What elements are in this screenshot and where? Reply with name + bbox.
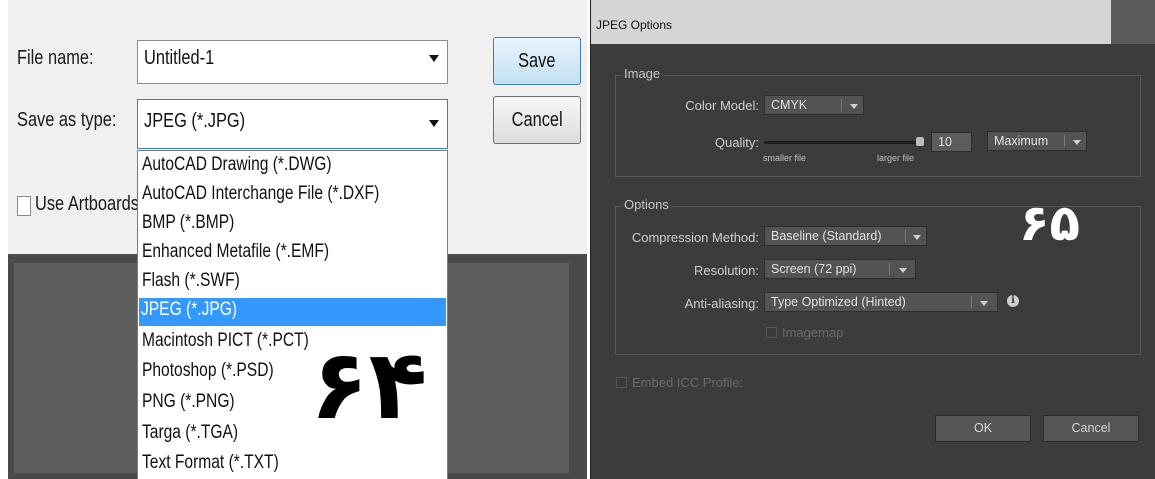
quality-slider[interactable]: [764, 137, 924, 146]
resolution-value: Screen (72 ppi): [771, 262, 857, 276]
color-model-label: Color Model:: [685, 98, 759, 113]
left-margin: [0, 0, 8, 479]
chevron-down-icon[interactable]: [429, 120, 439, 127]
list-item[interactable]: Enhanced Metafile (*.EMF): [140, 240, 445, 266]
list-item[interactable]: BMP (*.BMP): [140, 211, 445, 237]
save-button-label: Save: [518, 50, 556, 72]
quality-value-input[interactable]: 10: [931, 132, 972, 152]
imagemap-checkbox[interactable]: [766, 327, 777, 338]
smaller-file-label: smaller file: [763, 153, 807, 163]
color-model-select[interactable]: CMYK: [764, 95, 864, 115]
info-icon[interactable]: i: [1007, 295, 1019, 307]
list-item-label: AutoCAD Drawing (*.DWG): [142, 154, 332, 175]
list-item[interactable]: Text Format (*.TXT): [140, 451, 445, 477]
cancel-button-label: Cancel: [511, 109, 563, 131]
list-item[interactable]: AutoCAD Drawing (*.DWG): [140, 153, 445, 179]
list-item-label: BMP (*.BMP): [142, 212, 235, 233]
select-divider: [889, 263, 890, 275]
ok-button[interactable]: OK: [935, 415, 1031, 442]
cancel-button[interactable]: Cancel: [493, 96, 581, 144]
chevron-down-icon: [899, 268, 907, 273]
list-item-label: Photoshop (*.PSD): [142, 360, 274, 381]
use-artboards-label: Use Artboards: [35, 193, 139, 215]
save-button[interactable]: Save: [493, 37, 581, 85]
image-group-title: Image: [622, 66, 663, 81]
list-item[interactable]: AutoCAD Interchange File (*.DXF): [140, 182, 445, 208]
save-dialog: File name: Untitled-1 Save as type: JPEG…: [0, 0, 587, 479]
chevron-down-icon: [850, 104, 858, 109]
color-model-value: CMYK: [771, 98, 808, 112]
quality-preset-value: Maximum: [994, 134, 1049, 148]
imagemap-label: Imagemap: [782, 325, 844, 340]
cancel-button[interactable]: Cancel: [1043, 415, 1139, 442]
use-artboards-checkbox[interactable]: [17, 196, 31, 216]
list-item[interactable]: Flash (*.SWF): [140, 269, 445, 295]
larger-file-label: larger file: [877, 153, 915, 163]
list-item-label: Text Format (*.TXT): [142, 452, 279, 473]
file-name-combobox[interactable]: Untitled-1: [137, 40, 448, 84]
quality-label: Quality:: [714, 135, 759, 150]
dialog-title: JPEG Options: [596, 18, 673, 32]
figure-number-annotation: ۶۵: [1019, 194, 1081, 252]
compression-method-label: Compression Method:: [631, 230, 759, 245]
chevron-down-icon: [980, 301, 988, 306]
list-item-label: Targa (*.TGA): [142, 422, 239, 443]
figure-number-annotation: ۶۴: [310, 329, 428, 441]
save-as-type-select[interactable]: JPEG (*.JPG): [137, 99, 448, 149]
jpeg-options-dialog: JPEG Options Image Color Model: CMYK Qua…: [590, 0, 1155, 479]
save-as-type-value[interactable]: JPEG (*.JPG): [144, 110, 245, 133]
resolution-label: Resolution:: [693, 263, 759, 278]
compression-method-select[interactable]: Baseline (Standard): [764, 226, 927, 246]
chevron-down-icon: [913, 235, 921, 240]
quality-value: 10: [938, 135, 952, 149]
select-divider: [971, 296, 972, 308]
quality-slider-thumb[interactable]: [916, 137, 924, 146]
resolution-select[interactable]: Screen (72 ppi): [764, 259, 916, 279]
embed-icc-checkbox[interactable]: [616, 377, 627, 388]
select-divider: [905, 230, 906, 242]
list-item-label: Macintosh PICT (*.PCT): [142, 330, 309, 351]
list-item-selected[interactable]: JPEG (*.JPG): [139, 298, 446, 326]
list-item-label: Flash (*.SWF): [142, 270, 240, 291]
select-divider: [1064, 135, 1065, 147]
options-group-title: Options: [622, 197, 671, 212]
list-item-label: PNG (*.PNG): [142, 391, 235, 412]
anti-aliasing-value: Type Optimized (Hinted): [771, 295, 906, 309]
chevron-down-icon: [1073, 140, 1081, 145]
select-divider: [841, 99, 842, 111]
list-item-label: AutoCAD Interchange File (*.DXF): [142, 183, 380, 204]
save-as-type-label: Save as type:: [17, 109, 117, 131]
embed-icc-label: Embed ICC Profile:: [632, 375, 744, 390]
anti-aliasing-select[interactable]: Type Optimized (Hinted): [764, 292, 998, 312]
quality-preset-select[interactable]: Maximum: [987, 131, 1087, 151]
anti-aliasing-label: Anti-aliasing:: [684, 296, 759, 311]
compression-method-value: Baseline (Standard): [771, 229, 882, 243]
title-bar-edge: [1111, 0, 1155, 44]
list-item-label: Enhanced Metafile (*.EMF): [142, 241, 330, 262]
chevron-down-icon[interactable]: [429, 55, 439, 62]
file-name-value[interactable]: Untitled-1: [144, 47, 214, 70]
file-name-label: File name:: [17, 47, 94, 69]
list-item-label: JPEG (*.JPG): [141, 299, 238, 320]
title-bar: [591, 0, 1155, 44]
